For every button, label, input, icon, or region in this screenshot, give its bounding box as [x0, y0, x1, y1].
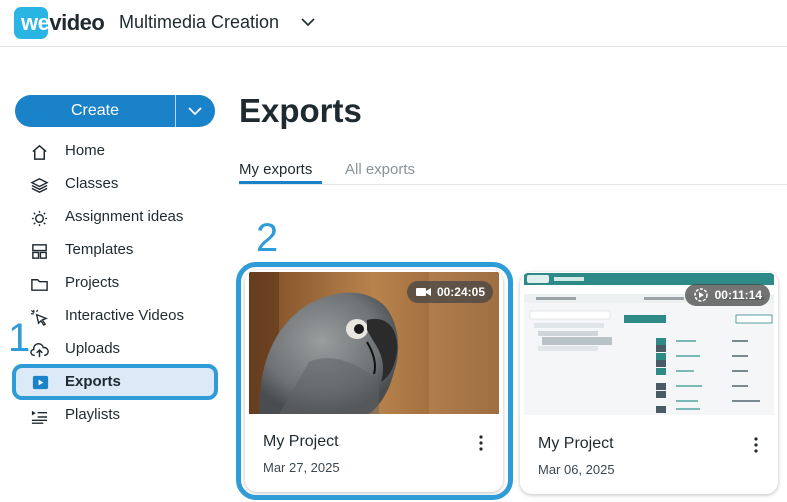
tab-my-exports[interactable]: My exports [239, 161, 312, 178]
sidebar-item-label: Uploads [65, 340, 121, 357]
tab-bar: My exports All exports [239, 160, 787, 185]
templates-icon [32, 244, 47, 259]
sidebar-item-label: Templates [65, 241, 134, 258]
folder-icon [31, 279, 48, 291]
page-title: Exports [239, 92, 362, 129]
sidebar-item-uploads[interactable]: Uploads [22, 336, 212, 364]
step-annotation-2: 2 [256, 216, 279, 260]
chevron-down-icon[interactable] [300, 14, 316, 30]
workspace-name[interactable]: Multimedia Creation [119, 12, 279, 33]
sidebar-item-interactive-videos[interactable]: Interactive Videos [22, 303, 212, 331]
sidebar-item-templates[interactable]: Templates [22, 237, 212, 265]
logo-text: wevideo [21, 10, 105, 35]
layers-icon [30, 178, 49, 193]
sidebar-item-label: Classes [65, 175, 119, 192]
step-annotation-1: 1 [8, 316, 31, 360]
sidebar-item-label: Exports [65, 373, 121, 390]
playlist-icon [31, 410, 48, 424]
wevideo-logo[interactable]: wevideo [14, 7, 105, 39]
lightbulb-icon [31, 210, 48, 227]
highlight-ring [236, 262, 513, 500]
export-title[interactable]: My Project [538, 435, 614, 453]
sidebar-item-projects[interactable]: Projects [22, 270, 212, 298]
chevron-down-icon[interactable] [186, 103, 204, 119]
interactive-play-icon [693, 288, 708, 302]
sidebar-item-label: Playlists [65, 406, 121, 423]
sidebar-item-home[interactable]: Home [22, 138, 212, 166]
sidebar-item-label: Home [65, 142, 106, 159]
export-card[interactable]: 00:11:14 My Project Mar 06, 2025 [520, 272, 778, 494]
sidebar-item-label: Assignment ideas [65, 208, 184, 225]
export-thumbnail-screenshot[interactable]: 00:11:14 [524, 273, 774, 415]
top-bar: wevideo Multimedia Creation [0, 0, 787, 47]
tab-all-exports[interactable]: All exports [345, 161, 415, 178]
sidebar-item-label: Projects [65, 274, 120, 291]
duration-text: 00:11:14 [714, 288, 762, 302]
sidebar-item-label: Interactive Videos [65, 307, 184, 324]
cloud-upload-icon [30, 343, 49, 358]
create-button-label[interactable]: Create [15, 95, 175, 127]
more-options-icon[interactable] [752, 436, 760, 454]
home-icon [32, 144, 47, 160]
cursor-click-icon [30, 309, 48, 327]
sidebar-item-classes[interactable]: Classes [22, 171, 212, 199]
play-square-icon [32, 375, 49, 390]
sidebar-item-playlists[interactable]: Playlists [22, 402, 212, 430]
sidebar-item-exports[interactable]: Exports [12, 364, 218, 400]
duration-badge: 00:11:14 [684, 284, 770, 306]
export-date: Mar 06, 2025 [538, 462, 615, 477]
sidebar-item-assignment-ideas[interactable]: Assignment ideas [22, 204, 212, 232]
active-tab-indicator [239, 181, 322, 184]
create-divider [175, 95, 176, 127]
create-button[interactable]: Create [15, 95, 215, 127]
